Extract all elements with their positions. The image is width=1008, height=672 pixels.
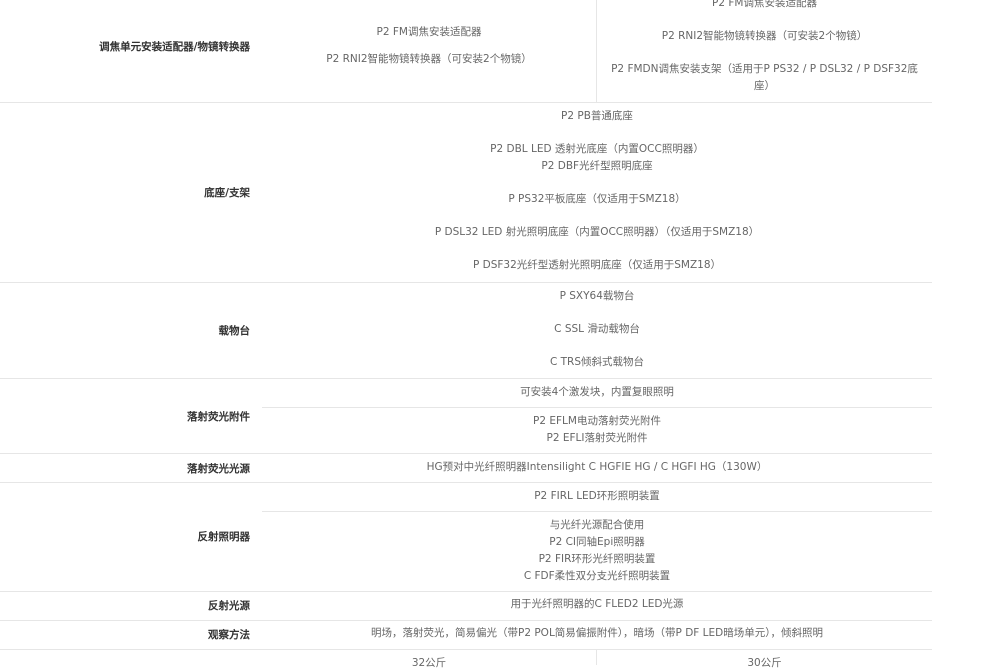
adapter-left-cell: P2 FM调焦安装适配器 P2 RNI2智能物镜转换器（可安装2个物镜） [262, 24, 596, 68]
epi-attach-cell-1: 可安装4个激发块，内置复眼照明 [262, 384, 932, 401]
epi-source-cell: HG预对中光纤照明器Intensilight C HGFIE HG / C HG… [262, 459, 932, 476]
base-item: P DSL32 LED 射光照明底座（内置OCC照明器）（仅适用于SMZ18） [434, 226, 760, 238]
base-cell: P2 PB普通底座 P2 DBL LED 透射光底座（内置OCC照明器） P2 … [262, 108, 932, 274]
reflect-source-cell: 用于光纤照明器的C FLED2 LED光源 [262, 596, 932, 613]
observe-cell: 明场，落射荧光，简易偏光（带P2 POL简易偏振附件），暗场（带P DF LED… [262, 625, 932, 642]
reflect-illum-item: P2 FIR环形光纤照明装置 [538, 553, 656, 565]
stage-item: P SXY64载物台 [559, 290, 635, 302]
row-divider [0, 378, 932, 379]
weight-right-value: 30公斤 [747, 657, 782, 669]
weight-right-cell: 30公斤 [597, 655, 932, 672]
stage-item: C SSL 滑动载物台 [554, 323, 640, 335]
sub-divider [262, 407, 932, 408]
reflect-illum-item: P2 FIRL LED环形照明装置 [534, 490, 660, 502]
row-label-stage: 载物台 [218, 325, 251, 337]
row-label-epi-attach: 落射荧光附件 [187, 411, 250, 423]
row-label-reflect-source: 反射光源 [208, 600, 250, 612]
reflect-illum-item: C FDF柔性双分支光纤照明装置 [523, 570, 671, 582]
adapter-right-item: P2 FMDN调焦安装支架（适用于P PS32 / P DSL32 / P DS… [611, 63, 918, 75]
epi-attach-item: P2 EFLI落射荧光附件 [546, 432, 648, 444]
row-label-base: 底座/支架 [204, 187, 250, 199]
adapter-right-item: 座） [754, 80, 775, 92]
sub-divider [262, 511, 932, 512]
row-divider [0, 620, 932, 621]
base-item: P2 DBF光纤型照明底座 [541, 160, 653, 172]
epi-attach-item: 可安装4个激发块，内置复眼照明 [520, 386, 674, 398]
base-item: P2 DBL LED 透射光底座（内置OCC照明器） [490, 143, 704, 155]
adapter-left-item: P2 RNI2智能物镜转换器（可安装2个物镜） [326, 53, 532, 65]
row-divider [0, 649, 932, 650]
reflect-source-item: 用于光纤照明器的C FLED2 LED光源 [510, 598, 684, 610]
adapter-right-cell: P2 FM调焦安装适配器 P2 RNI2智能物镜转换器（可安装2个物镜） P2 … [597, 0, 932, 95]
reflect-illum-item: 与光纤光源配合使用 [549, 519, 645, 531]
row-divider [0, 591, 932, 592]
base-item: P PS32平板底座（仅适用于SMZ18） [508, 193, 686, 205]
stage-item: C TRS倾斜式载物台 [549, 356, 645, 368]
row-divider [0, 282, 932, 283]
epi-attach-item: P2 EFLM电动落射荧光附件 [533, 415, 661, 427]
adapter-left-item: P2 FM调焦安装适配器 [376, 26, 482, 38]
reflect-illum-item: P2 CI同轴Epi照明器 [549, 536, 645, 548]
adapter-right-item: P2 FM调焦安装适配器 [712, 0, 817, 9]
row-label-observe: 观察方法 [208, 629, 250, 641]
base-item: P DSF32光纤型透射光照明底座（仅适用于SMZ18） [472, 259, 722, 271]
weight-left-cell: 32公斤 [262, 655, 596, 672]
epi-source-item: HG预对中光纤照明器Intensilight C HGFIE HG / C HG… [426, 461, 768, 473]
stage-cell: P SXY64载物台 C SSL 滑动载物台 C TRS倾斜式载物台 [262, 288, 932, 371]
row-divider [0, 453, 932, 454]
observe-item: 明场，落射荧光，简易偏光（带P2 POL简易偏振附件），暗场（带P DF LED… [371, 627, 823, 639]
base-item: P2 PB普通底座 [561, 110, 633, 122]
epi-attach-cell-2: P2 EFLM电动落射荧光附件 P2 EFLI落射荧光附件 [262, 413, 932, 447]
weight-left-value: 32公斤 [411, 657, 447, 669]
row-label-reflect-illum: 反射照明器 [197, 531, 251, 543]
row-label-adapter: 调焦单元安装适配器/物镜转换器 [99, 41, 250, 53]
adapter-right-item: P2 RNI2智能物镜转换器（可安装2个物镜） [661, 30, 868, 42]
row-divider [0, 482, 932, 483]
row-label-epi-source: 落射荧光光源 [187, 463, 250, 475]
reflect-illum-cell-2: 与光纤光源配合使用 P2 CI同轴Epi照明器 P2 FIR环形光纤照明装置 C… [262, 517, 932, 585]
row-divider [0, 102, 932, 103]
reflect-illum-cell-1: P2 FIRL LED环形照明装置 [262, 488, 932, 505]
